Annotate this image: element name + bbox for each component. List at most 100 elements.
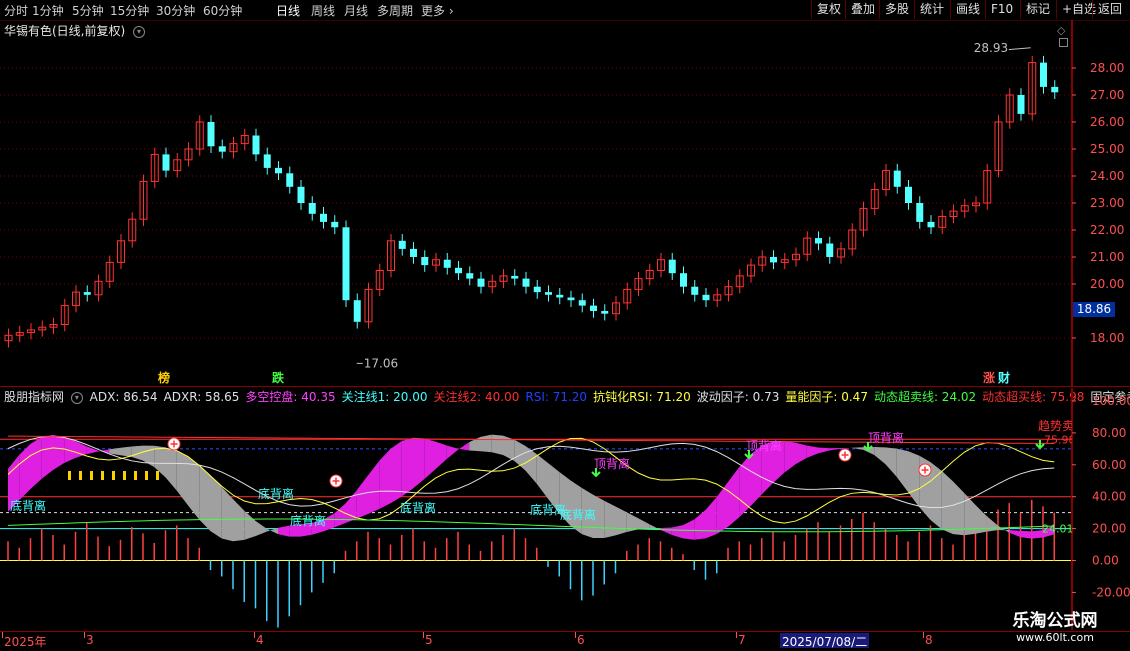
indicator-axis-label: -20.00 bbox=[1092, 585, 1130, 599]
oscillator-band bbox=[255, 520, 267, 537]
oscillator-band bbox=[885, 447, 897, 478]
indicator-axis-label: 100.00 bbox=[1092, 394, 1130, 408]
candle-body bbox=[308, 203, 316, 214]
period-tab-8[interactable]: 月线 bbox=[344, 2, 368, 19]
period-tab-5[interactable]: 60分钟 bbox=[203, 2, 242, 19]
period-tab-6[interactable]: 日线 bbox=[276, 2, 300, 19]
candle-body bbox=[275, 167, 282, 174]
oscillator-band bbox=[30, 437, 42, 490]
oscillator-band bbox=[278, 525, 290, 537]
candle-body bbox=[545, 292, 552, 295]
overbought-value: 75.98 bbox=[1044, 433, 1072, 446]
oscillator-band bbox=[615, 506, 627, 536]
candle-body bbox=[590, 305, 597, 311]
indicator-axis-label: 40.00 bbox=[1092, 490, 1126, 504]
price-axis-label: 26.00 bbox=[1090, 115, 1124, 129]
oscillator-band bbox=[143, 445, 155, 468]
candle-body bbox=[815, 238, 822, 244]
period-tab-4[interactable]: 30分钟 bbox=[156, 2, 195, 19]
period-tab-3[interactable]: 15分钟 bbox=[110, 2, 149, 19]
candle-body bbox=[398, 240, 406, 249]
date-tick bbox=[736, 632, 737, 638]
oscillator-band bbox=[154, 445, 166, 478]
toolbar-button-4[interactable]: 画线 bbox=[950, 0, 985, 19]
oscillator-band bbox=[941, 470, 953, 535]
bottom-divergence-label: 底背离 bbox=[560, 507, 596, 522]
candle-body bbox=[916, 203, 924, 222]
bottom-divergence-label: 底背离 bbox=[400, 500, 436, 515]
candle-body bbox=[252, 135, 260, 155]
watermark-line2: www.60lt.com bbox=[1016, 631, 1094, 644]
oscillator-band bbox=[435, 441, 447, 470]
oscillator-band bbox=[795, 442, 807, 465]
price-axis-label: 25.00 bbox=[1090, 142, 1124, 156]
price-axis-label: 18.00 bbox=[1090, 331, 1124, 345]
toolbar-button-8[interactable]: 返回 bbox=[1092, 0, 1127, 19]
signal-marker bbox=[134, 471, 137, 480]
tag-die: 跌 bbox=[272, 370, 285, 385]
date-highlight: 2025/07/08/二 bbox=[780, 633, 870, 649]
signal-marker bbox=[123, 471, 126, 480]
oscillator-band bbox=[41, 434, 53, 479]
date-tick bbox=[575, 632, 576, 638]
price-axis-label: 27.00 bbox=[1090, 88, 1124, 102]
indicator-axis-label: 0.00 bbox=[1092, 554, 1119, 568]
toolbar-button-5[interactable]: F10 bbox=[985, 0, 1018, 19]
price-chart[interactable]: 28.93 17.06 榜 跌 涨财 bbox=[0, 20, 1072, 386]
period-tab-10[interactable]: 更多 › bbox=[421, 2, 454, 19]
signal-marker bbox=[145, 471, 148, 480]
candle-body bbox=[702, 294, 710, 301]
candle-body bbox=[556, 294, 564, 298]
oscillator-band bbox=[390, 441, 402, 504]
oscillator-band bbox=[458, 442, 470, 451]
price-axis-label: 20.00 bbox=[1090, 277, 1124, 291]
date-tick bbox=[923, 632, 924, 638]
date-label-4: 6 bbox=[577, 633, 585, 647]
candle-body bbox=[297, 186, 305, 203]
oscillator-band bbox=[694, 510, 706, 540]
oscillator-band bbox=[413, 437, 425, 489]
toolbar-button-3[interactable]: 统计 bbox=[914, 0, 949, 19]
toolbar-button-0[interactable]: 复权 bbox=[811, 0, 846, 19]
oscillator-band bbox=[221, 486, 233, 542]
period-tab-2[interactable]: 5分钟 bbox=[72, 2, 104, 19]
oscillator-band bbox=[491, 434, 503, 455]
oscillator-band bbox=[379, 448, 391, 510]
period-tab-0[interactable]: 分时 bbox=[4, 2, 28, 19]
period-tab-1[interactable]: 1分钟 bbox=[32, 2, 64, 19]
date-label-5: 7 bbox=[738, 633, 746, 647]
candle-body bbox=[455, 267, 462, 274]
period-tab-9[interactable]: 多周期 bbox=[377, 2, 413, 19]
tag-bang: 榜 bbox=[158, 370, 170, 385]
toolbar-button-1[interactable]: 叠加 bbox=[845, 0, 880, 19]
oscillator-band bbox=[604, 500, 616, 538]
period-tab-7[interactable]: 周线 bbox=[311, 2, 335, 19]
oscillator-band bbox=[165, 447, 177, 491]
oversold-value: 24.01 bbox=[1042, 523, 1072, 536]
date-label-6: 8 bbox=[925, 633, 933, 647]
signal-marker bbox=[101, 471, 104, 480]
candle-body bbox=[533, 286, 541, 293]
candle-body bbox=[893, 170, 901, 187]
candle-body bbox=[567, 297, 575, 301]
top-divergence-label: 顶背离 bbox=[746, 438, 782, 453]
top-divergence-label: 顶背离 bbox=[594, 456, 630, 471]
oscillator-band bbox=[908, 451, 920, 508]
oscillator-band bbox=[671, 525, 683, 539]
indicator-chart[interactable]: 底背离底背离底背离底背离底背离底背离顶背离顶背离顶背离趋势卖75.9824.01 bbox=[0, 388, 1072, 630]
oscillator-band bbox=[356, 475, 368, 519]
signal-marker bbox=[68, 471, 71, 480]
oscillator-band bbox=[784, 440, 796, 473]
toolbar-button-2[interactable]: 多股 bbox=[879, 0, 914, 19]
watermark-line1: 乐淘公式网 bbox=[1012, 611, 1098, 631]
high-arrow bbox=[1008, 47, 1031, 51]
price-axis-label: 28.00 bbox=[1090, 61, 1124, 75]
oscillator-band bbox=[874, 447, 886, 465]
candle-body bbox=[601, 311, 609, 314]
oscillator-band bbox=[120, 446, 132, 458]
candle-body bbox=[83, 292, 91, 295]
oscillator-band bbox=[446, 445, 458, 460]
candle-body bbox=[331, 221, 339, 228]
indicator-axis-label: 60.00 bbox=[1092, 458, 1126, 472]
toolbar-button-6[interactable]: 标记 bbox=[1020, 0, 1055, 19]
